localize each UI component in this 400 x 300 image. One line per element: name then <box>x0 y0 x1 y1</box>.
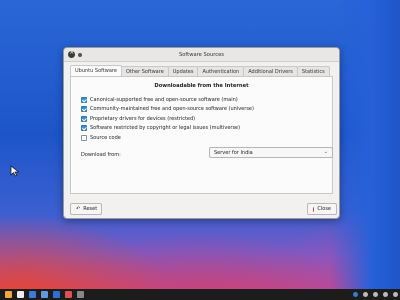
taskbar <box>0 289 400 300</box>
option-label: Source code <box>90 134 121 141</box>
bluetooth-icon[interactable] <box>363 292 368 297</box>
app-icon[interactable] <box>53 291 60 298</box>
close-button[interactable]: Close <box>307 203 337 215</box>
option-label: Proprietary drivers for devices (restric… <box>90 115 196 122</box>
option-label: Community-maintained free and open-sourc… <box>90 106 254 113</box>
checkbox-restricted[interactable] <box>81 115 87 122</box>
battery-icon[interactable] <box>383 292 388 297</box>
checkbox-source-code[interactable] <box>81 134 87 141</box>
app-icon[interactable] <box>65 291 72 298</box>
files-icon[interactable] <box>17 291 24 298</box>
option-source-code[interactable]: Source code <box>81 133 254 143</box>
download-server-value: Server for India <box>214 149 253 156</box>
section-heading: Downloadable from the Internet <box>154 83 249 89</box>
tab-additional-drivers[interactable]: Additional Drivers <box>243 66 298 76</box>
tab-bar: Ubuntu Software Other Software Updates A… <box>70 65 330 76</box>
desktop-wallpaper-right <box>330 0 400 300</box>
volume-icon[interactable] <box>373 292 378 297</box>
checkbox-main[interactable] <box>81 96 87 103</box>
option-main[interactable]: Canonical-supported free and open-source… <box>81 95 254 105</box>
terminal-icon[interactable] <box>29 291 36 298</box>
download-from-label: Download from: <box>81 152 121 158</box>
options-list: Canonical-supported free and open-source… <box>81 95 254 143</box>
mouse-pointer-icon <box>10 165 20 177</box>
software-sources-window: Software Sources Ubuntu Software Other S… <box>63 47 340 219</box>
reset-label: Reset <box>83 206 98 212</box>
tab-statistics[interactable]: Statistics <box>296 66 330 76</box>
tab-updates[interactable]: Updates <box>167 66 199 76</box>
download-server-select[interactable]: Server for India ⌄ <box>209 147 333 158</box>
app-icon[interactable] <box>77 291 84 298</box>
checkbox-universe[interactable] <box>81 106 87 113</box>
taskbar-apps <box>0 289 84 300</box>
option-label: Canonical-supported free and open-source… <box>90 96 238 103</box>
undo-icon: ↶ <box>76 206 81 212</box>
option-restricted[interactable]: Proprietary drivers for devices (restric… <box>81 114 254 124</box>
close-circle-icon <box>313 206 315 212</box>
tab-other-software[interactable]: Other Software <box>120 66 169 76</box>
close-label: Close <box>317 206 331 212</box>
tab-authentication[interactable]: Authentication <box>197 66 245 76</box>
pin-icon[interactable] <box>78 53 82 57</box>
network-icon[interactable] <box>353 292 358 297</box>
option-multiverse[interactable]: Software restricted by copyright or lega… <box>81 124 254 134</box>
reset-button[interactable]: ↶ Reset <box>70 203 102 215</box>
system-tray <box>348 289 398 300</box>
window-title: Software Sources <box>178 51 225 58</box>
titlebar: Software Sources <box>64 48 339 62</box>
menu-icon[interactable] <box>5 291 12 298</box>
power-icon[interactable] <box>393 292 398 297</box>
checkbox-multiverse[interactable] <box>81 125 87 132</box>
option-label: Software restricted by copyright or lega… <box>90 125 241 132</box>
app-icon[interactable] <box>41 291 48 298</box>
tab-ubuntu-software[interactable]: Ubuntu Software <box>70 65 122 76</box>
chevron-down-icon: ⌄ <box>323 149 328 155</box>
window-close-icon[interactable] <box>68 49 75 58</box>
option-universe[interactable]: Community-maintained free and open-sourc… <box>81 105 254 115</box>
ubuntu-software-pane: Downloadable from the Internet Canonical… <box>70 76 333 194</box>
